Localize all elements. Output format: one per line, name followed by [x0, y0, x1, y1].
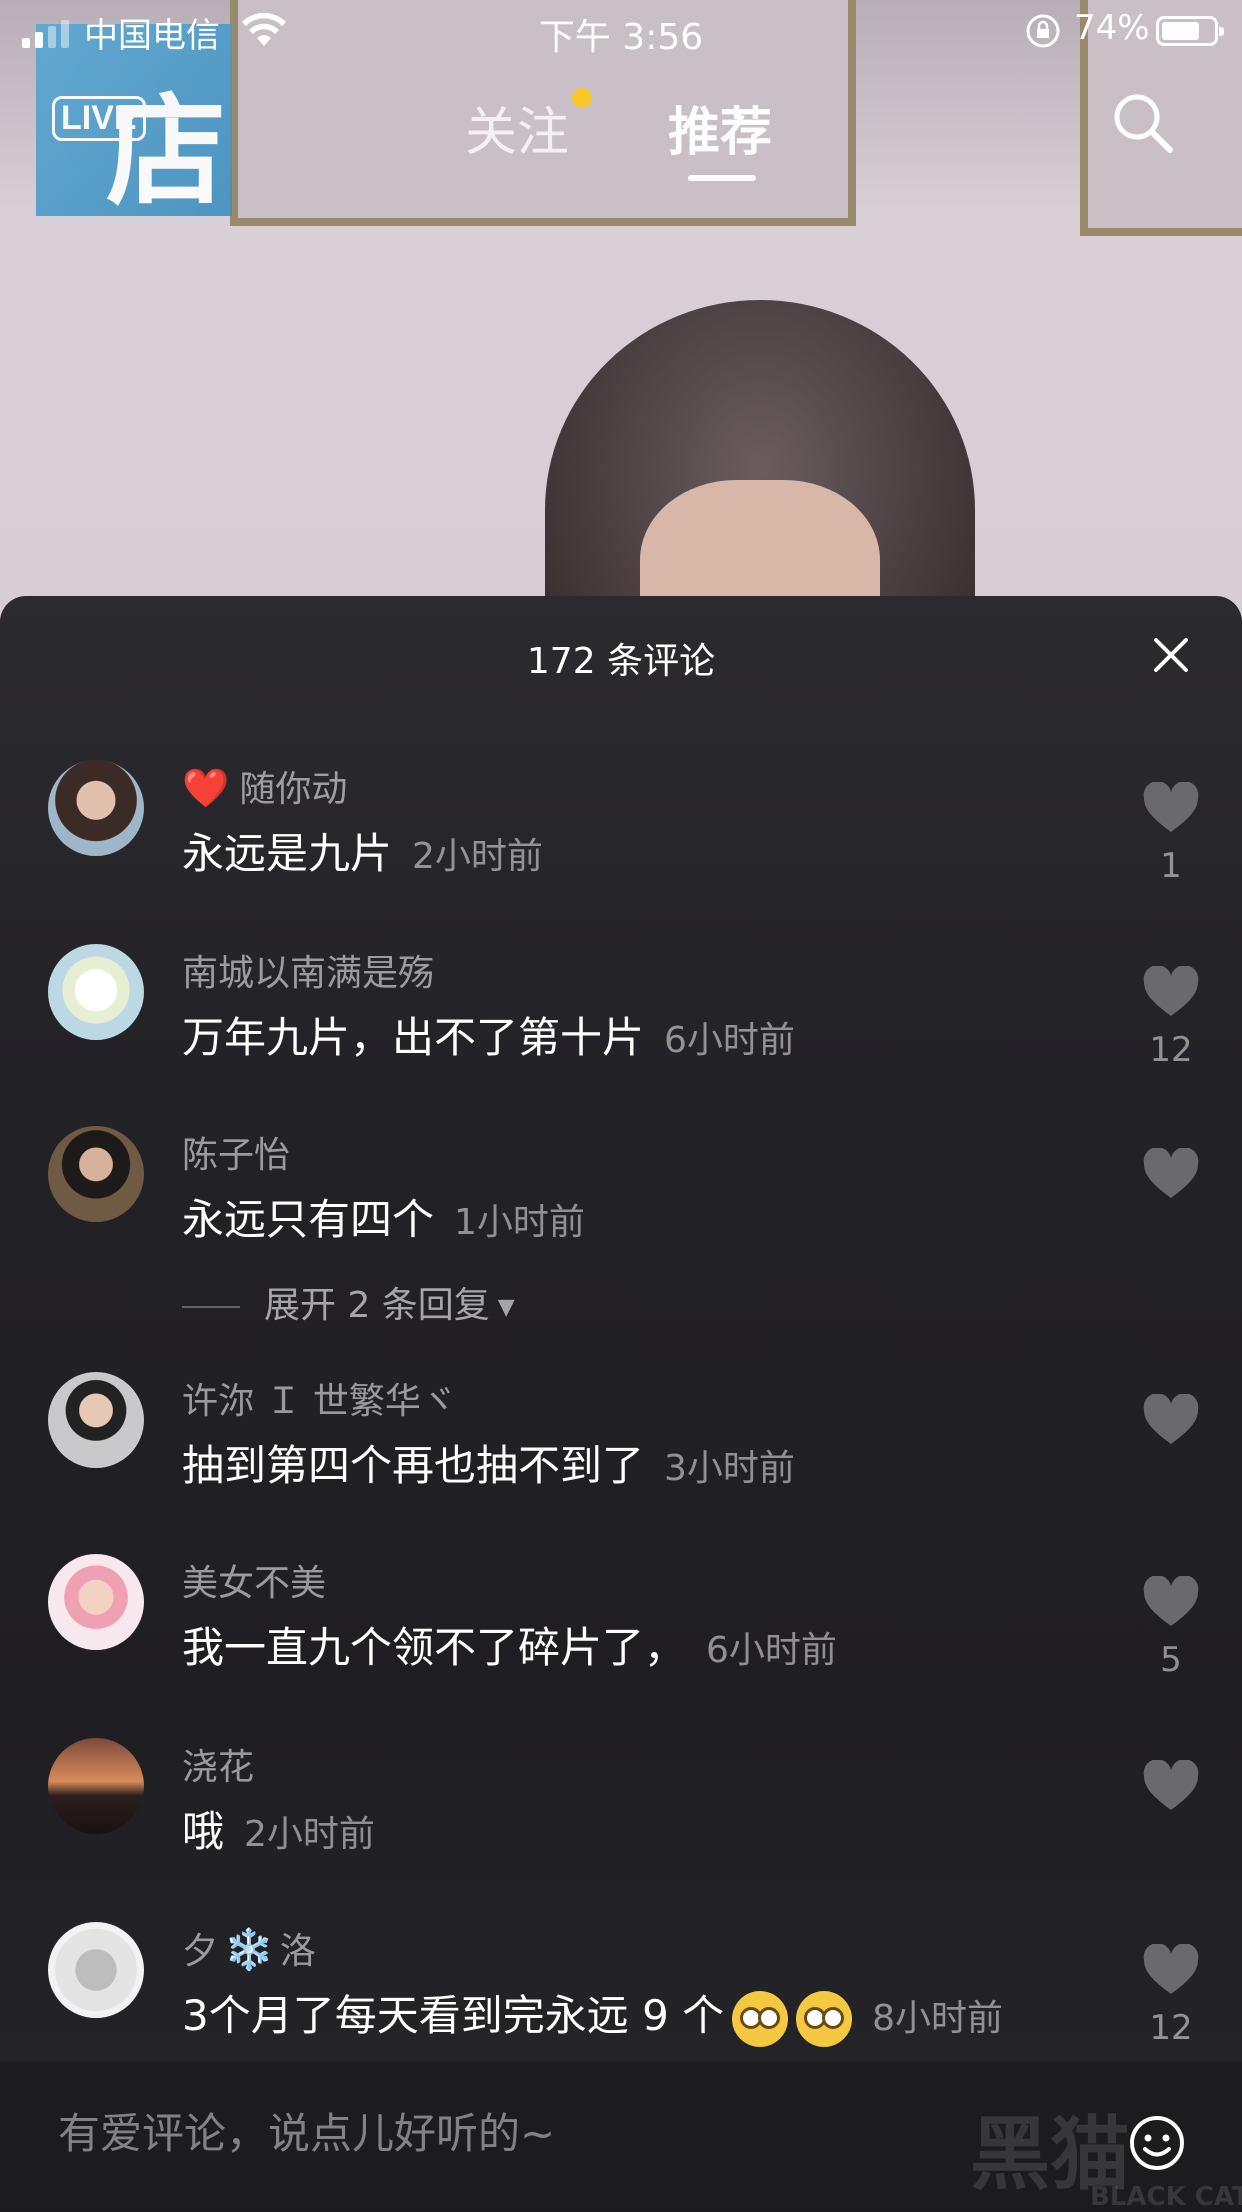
like-button[interactable]	[1138, 1759, 1204, 1824]
comments-count-title: 172 条评论	[526, 641, 716, 682]
comment-username[interactable]: 美女不美	[182, 1554, 326, 1606]
battery-percentage: 74%	[1074, 8, 1150, 48]
live-badge-char: 店	[106, 83, 226, 222]
like-count: 5	[1160, 1640, 1182, 1680]
snowflake-emoji-icon: ❄️	[224, 1927, 274, 1973]
tab-recommend[interactable]: 推荐	[668, 90, 772, 165]
comment-text: 哦 2小时前	[182, 1807, 375, 1856]
heart-icon	[1143, 1147, 1199, 1198]
comment-time: 2小时前	[412, 836, 543, 877]
avatar[interactable]	[48, 944, 144, 1040]
battery-fill	[1162, 22, 1199, 40]
avatar[interactable]	[48, 1372, 144, 1468]
comment-text: 永远只有四个 1小时前	[182, 1195, 585, 1244]
chevron-down-icon: ▼	[497, 1294, 515, 1320]
avatar[interactable]	[48, 1126, 144, 1222]
like-button[interactable]: 12	[1138, 965, 1204, 1070]
comment-time: 3小时前	[664, 1448, 795, 1489]
like-button[interactable]: 1	[1138, 781, 1204, 886]
like-count: 12	[1149, 2008, 1193, 2048]
comment-time: 6小时前	[706, 1630, 837, 1671]
like-button[interactable]: 5	[1138, 1575, 1204, 1680]
heart-icon	[1143, 1759, 1199, 1810]
comment-username[interactable]: 许沵 Ｉ 世繁华ヾ	[182, 1372, 457, 1424]
comment-username[interactable]: 夕 ❄️ 洛	[182, 1922, 316, 1974]
comment-text: 抽到第四个再也抽不到了 3小时前	[182, 1441, 795, 1490]
heart-icon	[1143, 1575, 1199, 1626]
emoji-icon[interactable]	[1128, 2114, 1186, 2172]
avatar[interactable]	[48, 760, 144, 856]
heart-icon	[1143, 965, 1199, 1016]
comment-username[interactable]: ❤️ 随你动	[182, 760, 347, 812]
avatar[interactable]	[48, 1738, 144, 1834]
like-count: 1	[1160, 846, 1182, 886]
heart-emoji-icon: ❤️	[182, 766, 230, 810]
like-button[interactable]	[1138, 1393, 1204, 1458]
comment-text: 我一直九个领不了碎片了， 6小时前	[182, 1623, 837, 1672]
heart-icon	[1143, 1393, 1199, 1444]
avatar[interactable]	[48, 1554, 144, 1650]
divider	[182, 1306, 240, 1308]
like-button[interactable]: 12	[1138, 1943, 1204, 2048]
like-button[interactable]	[1138, 1147, 1204, 1212]
orientation-lock-icon	[1026, 14, 1060, 48]
heart-icon	[1143, 781, 1199, 832]
comments-sheet: 172 条评论 ❤️ 随你动 永远是九片 2小时前 1 南城以南满是殇 万年九片，出…	[0, 596, 1242, 2208]
comment-time: 1小时前	[454, 1202, 585, 1243]
search-icon[interactable]	[1108, 88, 1178, 158]
avatar[interactable]	[48, 1922, 144, 2018]
flushed-face-emoji-icon	[796, 1990, 853, 2047]
comment-time: 6小时前	[664, 1020, 795, 1061]
comment-time: 8小时前	[872, 1998, 1004, 2039]
heart-icon	[1143, 1943, 1199, 1994]
follow-notification-dot	[572, 88, 592, 108]
watermark-logo: 黑猫 BLACK CAT	[970, 2108, 1242, 2212]
comment-input[interactable]	[56, 2102, 960, 2164]
comment-text: 3个月了每天看到完永远 9 个 8小时前	[182, 1982, 1003, 2047]
like-count: 12	[1149, 1030, 1193, 1070]
comment-time: 2小时前	[244, 1814, 375, 1855]
battery-icon	[1156, 16, 1224, 46]
close-icon[interactable]	[1148, 632, 1194, 678]
flushed-face-emoji-icon	[732, 1990, 789, 2047]
status-bar: 中国电信 下午 3:56 74%	[0, 0, 1242, 62]
active-tab-indicator	[688, 175, 756, 181]
comment-text: 万年九片，出不了第十片 6小时前	[182, 1013, 795, 1062]
tab-follow[interactable]: 关注	[465, 90, 569, 165]
comment-text: 永远是九片 2小时前	[182, 829, 543, 878]
expand-replies-button[interactable]: 展开 2 条回复 ▼	[182, 1276, 515, 1328]
comment-username[interactable]: 浇花	[182, 1738, 254, 1790]
comment-username[interactable]: 南城以南满是殇	[182, 944, 434, 996]
comment-username[interactable]: 陈子怡	[182, 1126, 290, 1178]
